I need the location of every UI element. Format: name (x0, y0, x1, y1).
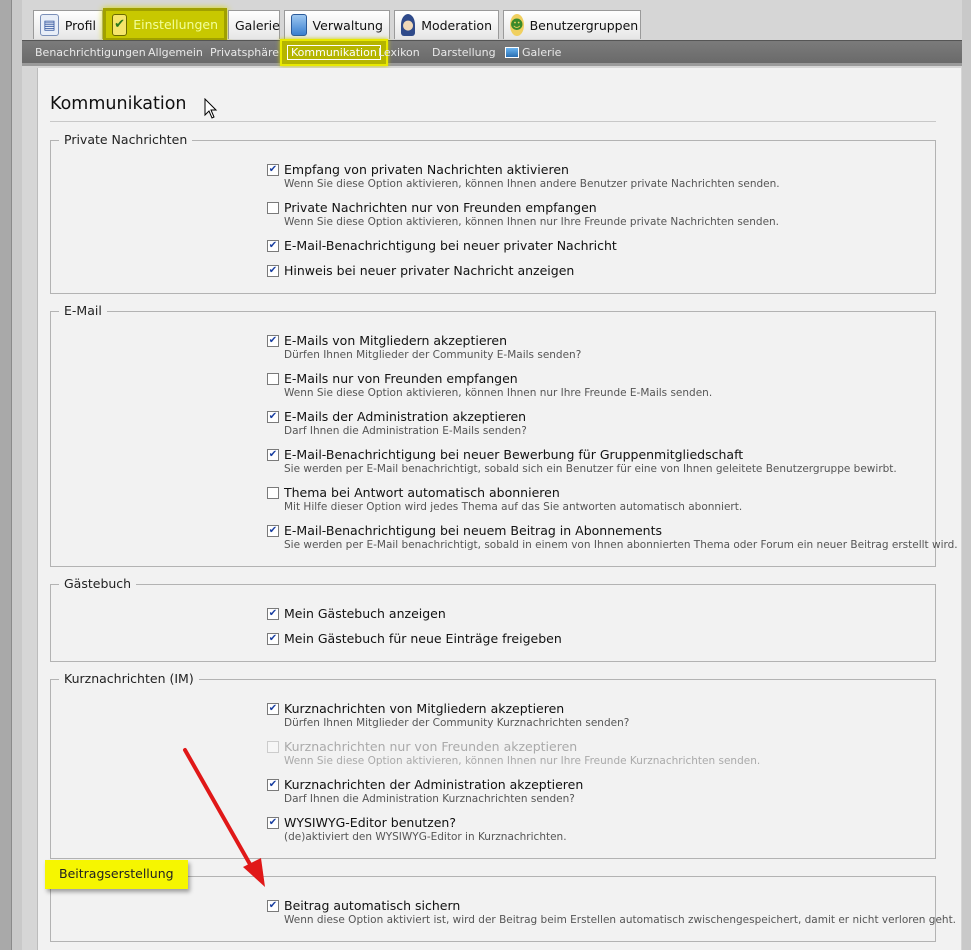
option-description: Darf Ihnen die Administration Kurznachri… (284, 793, 575, 805)
option-label[interactable]: Kurznachrichten von Mitgliedern akzeptie… (284, 701, 564, 716)
subnav-galerie[interactable]: Galerie (505, 46, 561, 59)
subnav-benachrichtigungen[interactable]: Benachrichtigungen (35, 46, 146, 59)
option-label[interactable]: Beitrag automatisch sichern (284, 898, 460, 913)
option-label[interactable]: Hinweis bei neuer privater Nachricht anz… (284, 263, 574, 278)
title-divider (50, 121, 936, 122)
option-label[interactable]: Kurznachrichten der Administration akzep… (284, 777, 583, 792)
subnav-allgemein[interactable]: Allgemein (148, 46, 203, 59)
option-description: Dürfen Ihnen Mitglieder der Community E-… (284, 349, 582, 361)
tab-verwaltung[interactable]: Verwaltung (284, 10, 390, 39)
tab-benutzergruppen[interactable]: ☻ Benutzergruppen (503, 10, 641, 39)
option-description: Sie werden per E-Mail benachrichtigt, so… (284, 463, 897, 475)
subnav-galerie-label: Galerie (522, 46, 562, 59)
checkbox[interactable]: ✔ (267, 335, 279, 347)
option-description: Wenn Sie diese Option aktivieren, können… (284, 216, 780, 228)
checkbox[interactable]: ✔ (267, 411, 279, 423)
option-description: Wenn Sie diese Option aktivieren, können… (284, 387, 713, 399)
tab-label: Einstellungen (133, 17, 218, 32)
checkbox[interactable] (267, 487, 279, 499)
group-gaestebuch: Gästebuch ✔ Mein Gästebuch anzeigen ✔ Me… (50, 576, 936, 662)
group-legend: Kurznachrichten (IM) (59, 671, 199, 686)
page-title: Kommunikation (50, 94, 187, 114)
option-label[interactable]: E-Mails nur von Freunden empfangen (284, 371, 518, 386)
subnav-darstellung[interactable]: Darstellung (432, 46, 496, 59)
annotation-arrow-icon (183, 748, 265, 887)
tab-galerie[interactable]: Galerie (228, 10, 280, 39)
option-label[interactable]: E-Mail-Benachrichtigung bei neuer Bewerb… (284, 447, 743, 462)
group-legend: Gästebuch (59, 576, 137, 591)
group-legend-highlighted: Beitragserstellung (45, 860, 188, 889)
admin-box-icon (291, 14, 307, 36)
tab-einstellungen[interactable]: ✔ Einstellungen (103, 8, 227, 41)
group-legend: E-Mail (59, 303, 107, 318)
checkbox[interactable]: ✔ (267, 703, 279, 715)
option-label[interactable]: E-Mail-Benachrichtigung bei neuer privat… (284, 238, 617, 253)
option-description: Wenn diese Option aktiviert ist, wird de… (284, 914, 957, 926)
checkbox[interactable]: ✔ (267, 525, 279, 537)
checkbox[interactable]: ✔ (267, 240, 279, 252)
option-label[interactable]: E-Mails der Administration akzeptieren (284, 409, 526, 424)
profile-card-icon: ▤ (40, 14, 59, 36)
user-group-icon: ☻ (510, 14, 524, 36)
mouse-cursor-icon (204, 98, 218, 119)
checkbox[interactable]: ✔ (267, 900, 279, 912)
window-left-edge (0, 0, 12, 950)
option-label[interactable]: Mein Gästebuch für neue Einträge freigeb… (284, 631, 562, 646)
checklist-icon: ✔ (112, 13, 128, 36)
option-description: Sie werden per E-Mail benachrichtigt, so… (284, 539, 958, 551)
police-officer-icon: ● (401, 14, 416, 36)
group-legend: Private Nachrichten (59, 132, 193, 147)
checkbox[interactable] (267, 202, 279, 214)
option-label: Kurznachrichten nur von Freunden akzepti… (284, 739, 578, 754)
tab-profil[interactable]: ▤ Profil (33, 10, 103, 39)
option-description: Darf Ihnen die Administration E-Mails se… (284, 425, 527, 437)
option-description: (de)aktiviert den WYSIWYG-Editor in Kurz… (284, 831, 567, 843)
checkbox[interactable]: ✔ (267, 633, 279, 645)
option-label[interactable]: WYSIWYG-Editor benutzen? (284, 815, 456, 830)
option-description: Wenn Sie diese Option aktivieren, können… (284, 178, 780, 190)
checkbox[interactable]: ✔ (267, 608, 279, 620)
tab-label: Benutzergruppen (529, 17, 639, 33)
tab-label: Galerie (235, 17, 280, 33)
subnav-privatsphaere[interactable]: Privatsphäre (210, 46, 279, 59)
option-description: Dürfen Ihnen Mitglieder der Community Ku… (284, 717, 630, 729)
option-description: Wenn Sie diese Option aktivieren, können… (284, 755, 761, 767)
option-description: Mit Hilfe dieser Option wird jedes Thema… (284, 501, 743, 513)
subnav-kommunikation-label: Kommunikation (287, 45, 381, 60)
option-label[interactable]: E-Mails von Mitgliedern akzeptieren (284, 333, 507, 348)
gallery-image-icon (505, 47, 519, 58)
subnav-kommunikation[interactable]: Kommunikation (280, 39, 388, 66)
checkbox[interactable]: ✔ (267, 449, 279, 461)
tab-label: Verwaltung (312, 17, 383, 33)
option-label[interactable]: Thema bei Antwort automatisch abonnieren (284, 485, 560, 500)
checkbox[interactable]: ✔ (267, 164, 279, 176)
group-email: E-Mail ✔ E-Mails von Mitgliedern akzepti… (50, 303, 958, 567)
tab-label: Profil (64, 17, 96, 33)
group-private-nachrichten: Private Nachrichten ✔ Empfang von privat… (50, 132, 936, 294)
sub-navigation: Benachrichtigungen Allgemein Privatsphär… (22, 39, 962, 66)
option-label[interactable]: Mein Gästebuch anzeigen (284, 606, 446, 621)
option-label[interactable]: E-Mail-Benachrichtigung bei neuem Beitra… (284, 523, 662, 538)
tab-moderation[interactable]: ● Moderation (394, 10, 499, 39)
option-label[interactable]: Private Nachrichten nur von Freunden emp… (284, 200, 597, 215)
checkbox[interactable]: ✔ (267, 265, 279, 277)
option-label[interactable]: Empfang von privaten Nachrichten aktivie… (284, 162, 569, 177)
tab-label: Moderation (421, 17, 492, 33)
subnav-lexikon[interactable]: Lexikon (378, 46, 420, 59)
checkbox[interactable] (267, 373, 279, 385)
